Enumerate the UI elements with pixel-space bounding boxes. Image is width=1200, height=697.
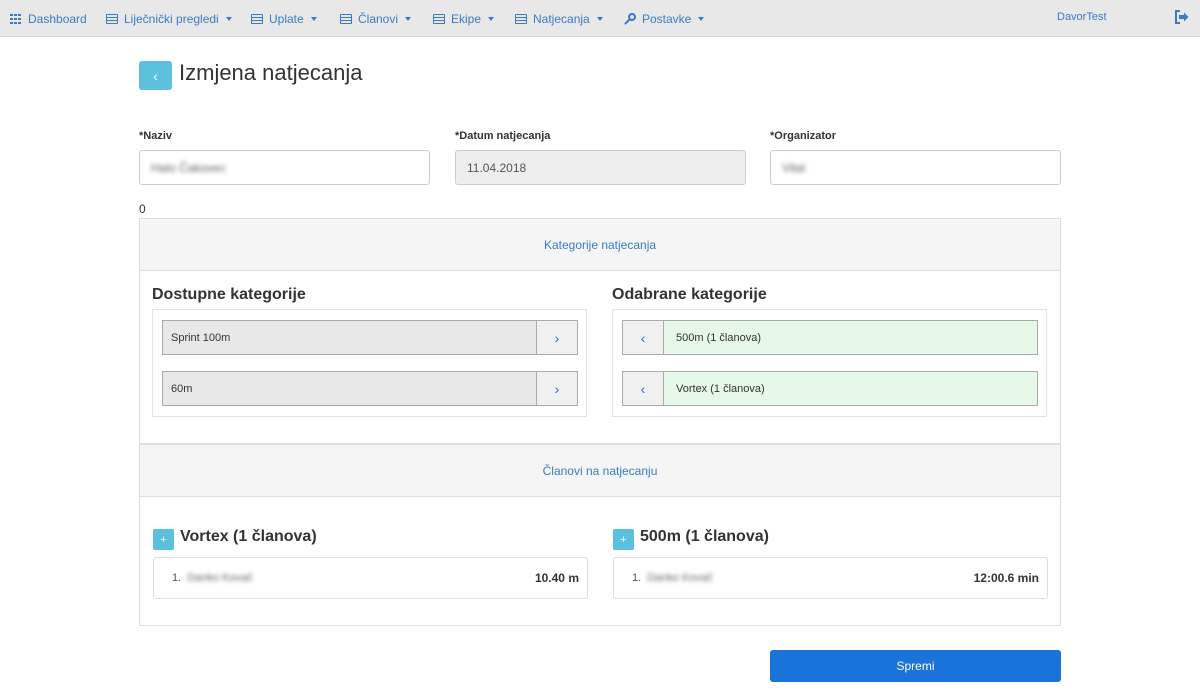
nav-postavke[interactable]: Postavke <box>624 11 705 26</box>
naziv-value: Halo Čakovec <box>151 160 226 175</box>
sign-out-icon[interactable] <box>1174 10 1189 24</box>
members-panel-title: Članovi na natjecanju <box>140 445 1060 497</box>
table-icon <box>340 13 352 24</box>
nav-uplate-label: Uplate <box>269 11 304 26</box>
member-name: Danko Kovač <box>187 572 253 584</box>
grid-icon <box>10 13 22 24</box>
selected-categories-heading: Odabrane kategorije <box>612 286 767 303</box>
selected-category-item: ‹ 500m (1 članova) <box>622 320 1038 355</box>
organizator-label: *Organizator <box>770 130 837 142</box>
page-title: Izmjena natjecanja <box>179 60 363 85</box>
nav-ekipe[interactable]: Ekipe <box>433 11 495 26</box>
member-name: Danko Kovač <box>647 572 713 584</box>
datum-field[interactable]: 11.04.2018 <box>455 150 746 185</box>
chevron-right-icon[interactable]: › <box>536 372 577 405</box>
nav-clanovi-label: Članovi <box>358 11 399 26</box>
caret-down-icon <box>310 16 317 21</box>
nav-natjecanja-label: Natjecanja <box>533 11 590 26</box>
available-category-item: Sprint 100m › <box>162 320 578 355</box>
member-result: 12:00.6 min <box>973 571 1039 585</box>
table-icon <box>515 13 527 24</box>
back-button[interactable]: ‹ <box>139 61 172 90</box>
nav-lijecnicki-label: Liječnički pregledi <box>124 11 219 26</box>
datum-value: 11.04.2018 <box>467 160 527 175</box>
caret-down-icon <box>488 16 495 21</box>
zero-text: 0 <box>139 202 146 216</box>
wrench-icon <box>624 12 636 24</box>
member-row: 1. Danko Kovač 12:00.6 min <box>613 557 1048 599</box>
nav-clanovi[interactable]: Članovi <box>340 11 412 26</box>
organizator-field[interactable]: Vital <box>770 150 1061 185</box>
nav-user-name[interactable]: DavorTest <box>1057 11 1107 23</box>
available-categories-heading: Dostupne kategorije <box>152 286 306 303</box>
nav-lijecnicki-pregledi[interactable]: Liječnički pregledi <box>106 11 232 26</box>
chevron-left-icon[interactable]: ‹ <box>623 321 664 354</box>
add-member-button[interactable]: + <box>613 529 634 550</box>
selected-category-label: 500m (1 članova) <box>676 331 761 344</box>
top-navbar: Dashboard Liječnički pregledi Uplate Čla… <box>0 0 1200 37</box>
member-number: 1. <box>172 572 182 584</box>
caret-down-icon <box>596 16 603 21</box>
selected-category-item: ‹ Vortex (1 članova) <box>622 371 1038 406</box>
table-icon <box>251 13 263 24</box>
chevron-left-icon[interactable]: ‹ <box>623 372 664 405</box>
caret-down-icon <box>405 16 412 21</box>
table-icon <box>106 13 118 24</box>
available-category-label: Sprint 100m <box>171 331 231 344</box>
nav-dashboard[interactable]: Dashboard <box>10 11 87 26</box>
caret-down-icon <box>698 16 705 21</box>
nav-dashboard-label: Dashboard <box>28 11 87 26</box>
available-category-label: 60m <box>171 382 193 395</box>
naziv-label: *Naziv <box>139 130 173 142</box>
selected-category-label: Vortex (1 članova) <box>676 382 765 395</box>
nav-postavke-label: Postavke <box>642 11 692 26</box>
chevron-right-icon[interactable]: › <box>536 321 577 354</box>
group-title: Vortex (1 članova) <box>180 528 317 545</box>
caret-down-icon <box>225 16 232 21</box>
categories-panel-title: Kategorije natjecanja <box>140 219 1060 271</box>
save-button[interactable]: Spremi <box>770 650 1061 682</box>
organizator-value: Vital <box>782 160 806 175</box>
datum-label: *Datum natjecanja <box>455 130 551 142</box>
group-title: 500m (1 članova) <box>640 528 769 545</box>
available-category-item: 60m › <box>162 371 578 406</box>
nav-natjecanja[interactable]: Natjecanja <box>515 11 603 26</box>
nav-ekipe-label: Ekipe <box>451 11 482 26</box>
nav-uplate[interactable]: Uplate <box>251 11 317 26</box>
member-row: 1. Danko Kovač 10.40 m <box>153 557 588 599</box>
naziv-field[interactable]: Halo Čakovec <box>139 150 430 185</box>
member-result: 10.40 m <box>534 571 579 585</box>
member-number: 1. <box>632 572 642 584</box>
add-member-button[interactable]: + <box>153 529 174 550</box>
table-icon <box>433 13 445 24</box>
